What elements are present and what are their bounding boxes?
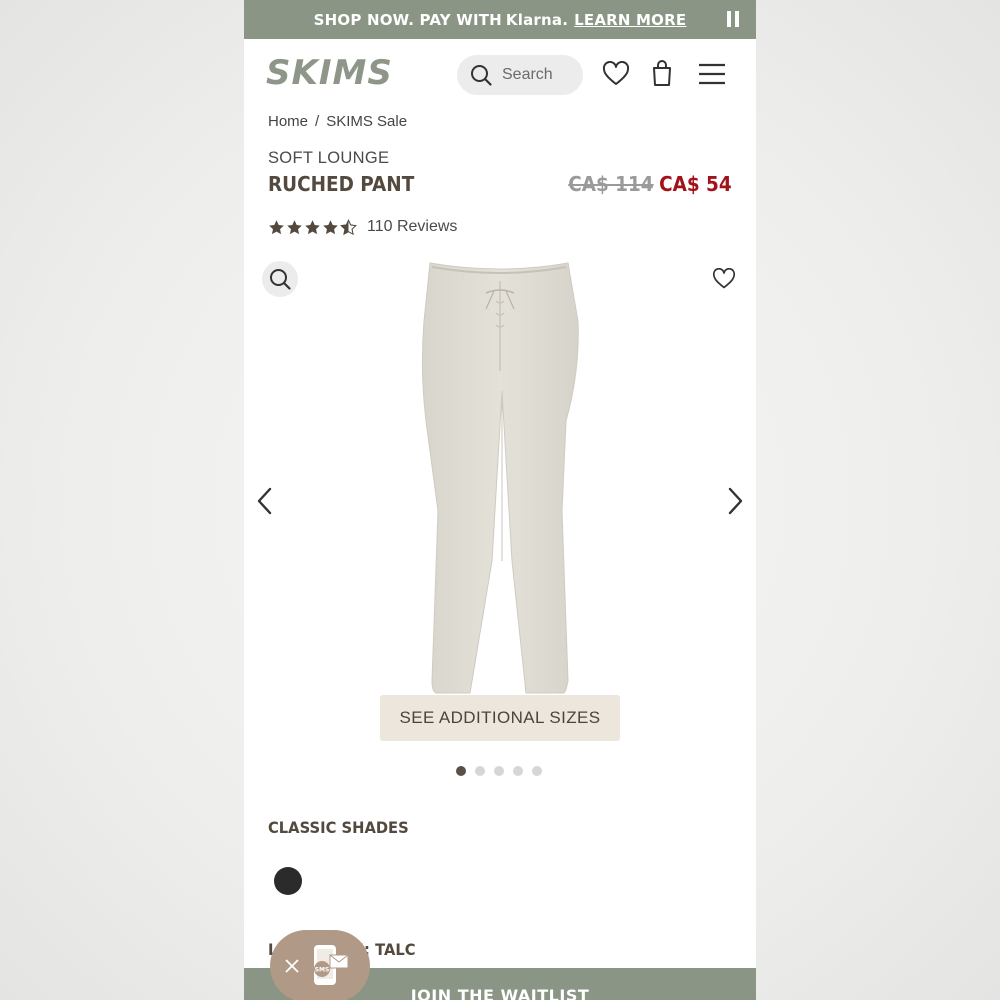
heart-icon[interactable]: [602, 61, 630, 87]
promo-text: SHOP NOW. PAY WITH: [313, 10, 502, 29]
star-icon: [269, 219, 284, 234]
carousel-dot[interactable]: [513, 766, 523, 776]
chevron-right-icon[interactable]: [728, 487, 744, 515]
original-price: CA$ 114: [568, 172, 654, 196]
breadcrumb-separator: /: [315, 113, 320, 130]
star-icon: [305, 219, 320, 234]
promo-banner: SHOP NOW. PAY WITH Klarna. LEARN MORE: [244, 0, 756, 39]
price-block: CA$ 114 CA$ 54: [569, 172, 732, 196]
shopping-bag-icon[interactable]: [651, 59, 673, 87]
carousel-dot[interactable]: [456, 766, 466, 776]
product-category: SOFT LOUNGE: [268, 149, 390, 167]
search-input[interactable]: Search: [457, 55, 583, 95]
sms-signup-bubble[interactable]: SMS: [270, 930, 370, 1000]
breadcrumb-skims-sale[interactable]: SKIMS Sale: [326, 113, 407, 130]
star-rating: [268, 218, 357, 236]
klarna-logo: Klarna.: [505, 10, 569, 29]
product-gallery: SEE ADDITIONAL SIZES: [244, 255, 756, 750]
rating-row[interactable]: 110 Reviews: [268, 218, 457, 236]
product-image-pants[interactable]: [416, 261, 586, 697]
carousel-dots: [456, 766, 542, 776]
color-swatch-black[interactable]: [274, 867, 302, 895]
skims-logo[interactable]: SKIMS: [266, 53, 393, 93]
reviews-count[interactable]: 110 Reviews: [367, 218, 457, 236]
search-placeholder: Search: [502, 66, 553, 83]
close-icon[interactable]: [284, 958, 300, 974]
carousel-dot[interactable]: [475, 766, 485, 776]
half-star-icon: [340, 218, 357, 235]
star-icon: [323, 219, 338, 234]
sale-price: CA$ 54: [659, 172, 732, 196]
carousel-dot[interactable]: [494, 766, 504, 776]
phone-screen: SHOP NOW. PAY WITH Klarna. LEARN MORE SK…: [244, 0, 756, 1000]
learn-more-link[interactable]: LEARN MORE: [574, 11, 686, 29]
breadcrumb-home[interactable]: Home: [268, 113, 308, 130]
sms-phone-icon: SMS: [314, 945, 349, 985]
breadcrumb: Home / SKIMS Sale: [268, 113, 407, 130]
pause-icon[interactable]: [726, 11, 740, 27]
chevron-left-icon[interactable]: [256, 487, 272, 515]
product-title: RUCHED PANT: [268, 172, 415, 196]
menu-icon[interactable]: [698, 63, 726, 85]
star-icon: [287, 219, 302, 234]
zoom-icon: [270, 269, 291, 290]
see-additional-sizes-button[interactable]: SEE ADDITIONAL SIZES: [380, 695, 620, 741]
site-header: SKIMS Search: [244, 39, 756, 111]
heart-icon[interactable]: [712, 268, 736, 290]
sms-label: SMS: [315, 967, 330, 974]
search-icon: [471, 65, 492, 86]
zoom-button[interactable]: [262, 261, 298, 297]
carousel-dot[interactable]: [532, 766, 542, 776]
shades-label: CLASSIC SHADES: [268, 818, 409, 837]
